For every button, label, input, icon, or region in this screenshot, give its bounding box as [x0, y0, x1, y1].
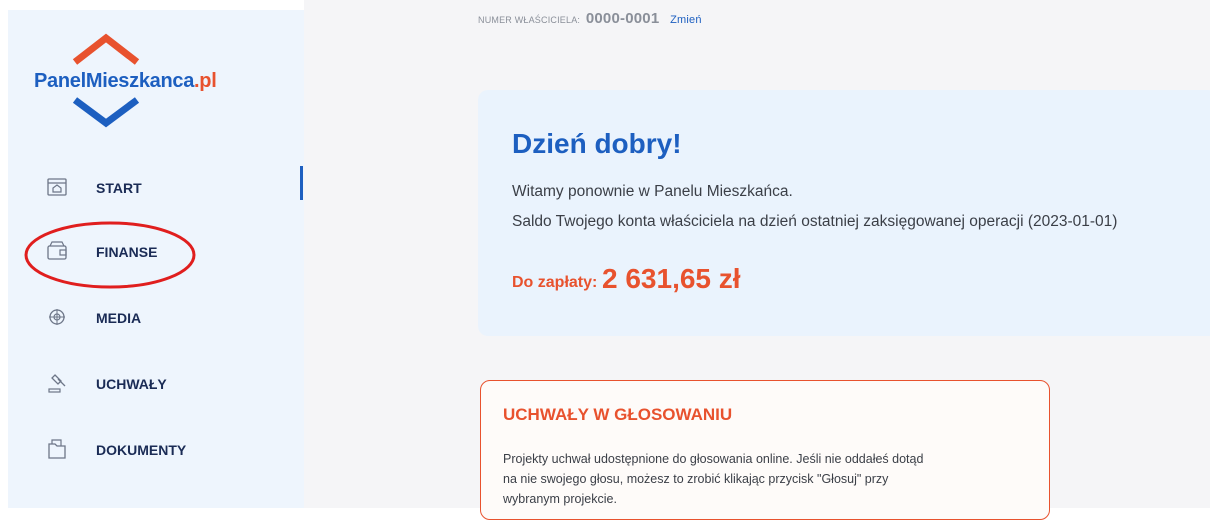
- home-icon: [46, 176, 68, 198]
- sidebar: PanelMieszkanca.pl START FINANSE MEDIA U…: [8, 10, 304, 508]
- voting-text-line: Projekty uchwał udostępnione do głosowan…: [503, 452, 924, 466]
- greeting-card: Dzień dobry! Witamy ponownie w Panelu Mi…: [478, 90, 1210, 336]
- sidebar-item-label: START: [96, 180, 142, 196]
- owner-info: NUMER WŁAŚCICIELA: 0000-0001 Zmień: [478, 10, 702, 27]
- media-icon: [46, 306, 68, 328]
- voting-card: UCHWAŁY W GŁOSOWANIU Projekty uchwał udo…: [480, 380, 1050, 520]
- due-label: Do zapłaty:: [512, 274, 598, 291]
- balance-text-line: Saldo Twojego konta właściciela na dzień…: [512, 213, 1118, 230]
- annotation-circle: [24, 221, 196, 289]
- due-amount: 2 631,65 zł: [602, 263, 741, 294]
- documents-icon: [46, 438, 68, 460]
- main-content: NUMER WŁAŚCICIELA: 0000-0001 Zmień Dzień…: [304, 0, 1210, 520]
- sidebar-item-label: DOKUMENTY: [96, 442, 187, 458]
- sidebar-item-media[interactable]: MEDIA: [8, 296, 304, 336]
- sidebar-item-label: MEDIA: [96, 310, 142, 326]
- sidebar-item-start[interactable]: START: [8, 166, 304, 206]
- active-indicator: [300, 166, 303, 200]
- gavel-icon: [46, 372, 68, 394]
- greeting-title: Dzień dobry!: [512, 128, 682, 159]
- owner-number: 0000-0001: [585, 10, 660, 27]
- owner-label: NUMER WŁAŚCICIELA:: [478, 15, 581, 25]
- sidebar-item-uchwaly[interactable]: UCHWAŁY: [8, 362, 304, 402]
- logo[interactable]: PanelMieszkanca.pl: [8, 30, 258, 130]
- change-owner-link[interactable]: Zmień: [670, 14, 702, 26]
- sidebar-item-label: UCHWAŁY: [96, 376, 167, 392]
- logo-text: PanelMieszkanca.pl: [34, 70, 217, 92]
- voting-description: Projekty uchwał udostępnione do głosowan…: [503, 449, 1033, 509]
- voting-text-line: wybranym projekcie.: [503, 492, 617, 506]
- voting-title: UCHWAŁY W GŁOSOWANIU: [503, 405, 733, 424]
- greeting-text-line: Witamy ponownie w Panelu Mieszkańca.: [512, 183, 793, 200]
- sidebar-item-dokumenty[interactable]: DOKUMENTY: [8, 428, 304, 468]
- voting-text-line: na nie swojego głosu, możesz to zrobić k…: [503, 472, 889, 486]
